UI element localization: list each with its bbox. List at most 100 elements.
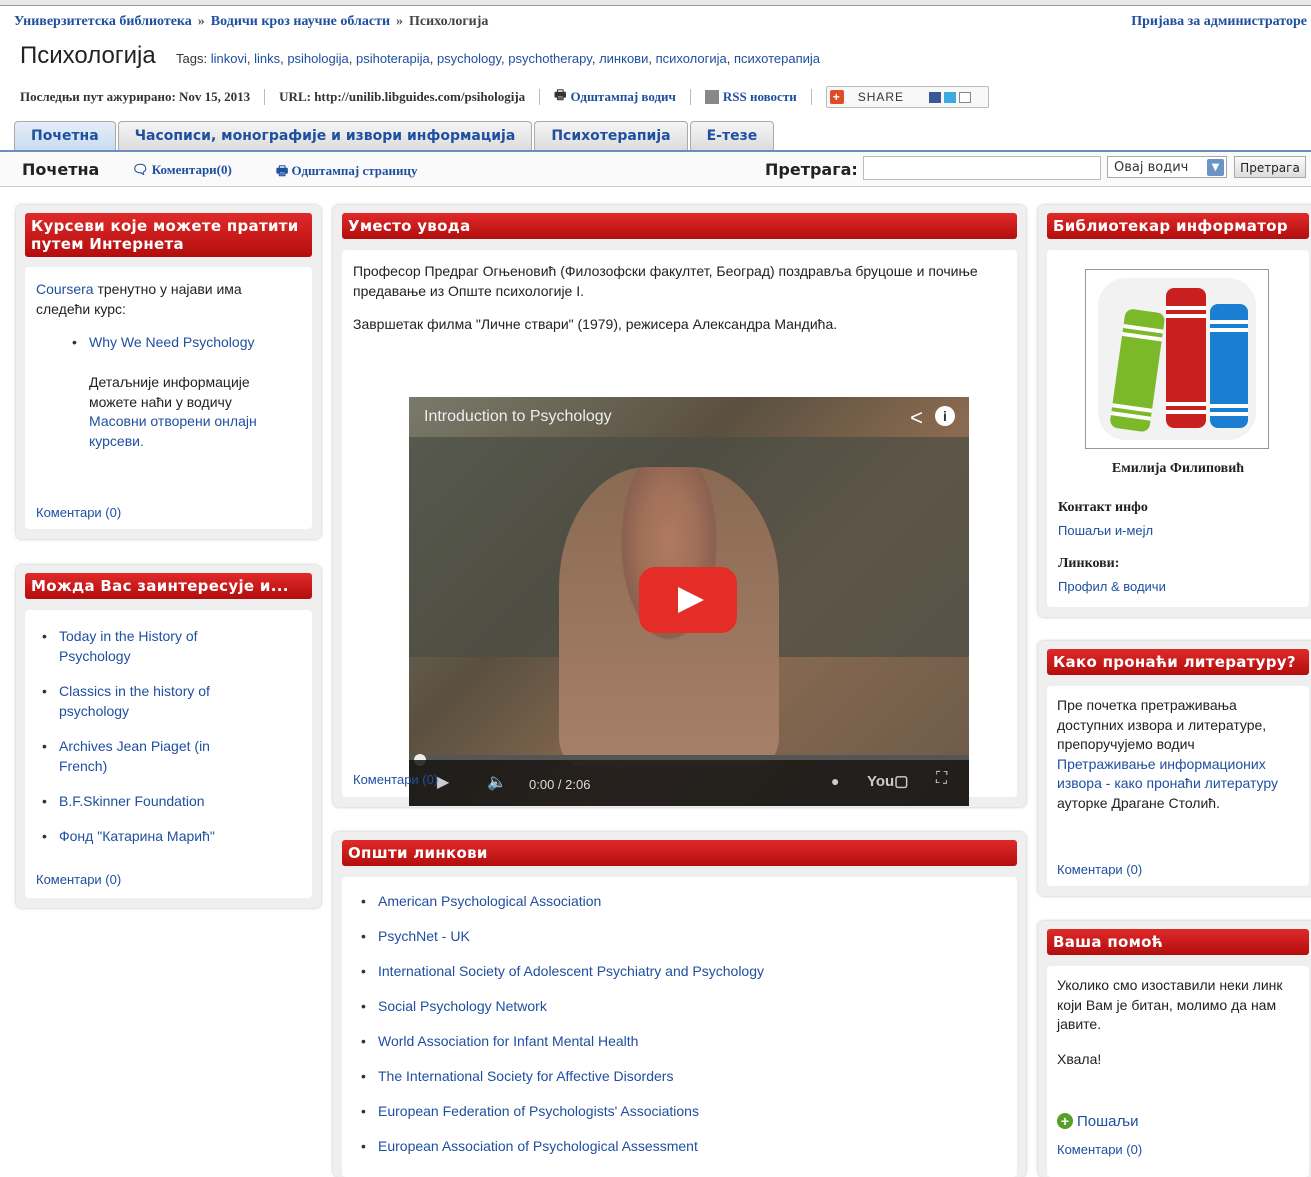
search-scope-select[interactable]: Овај водич ▼ <box>1107 156 1227 178</box>
comments-link[interactable]: Коментари (0) <box>353 772 438 787</box>
guide-url: URL: http://unilib.libguides.com/psiholo… <box>279 89 526 104</box>
video-controls: ▶ 🔈 0:00 / 2:06 ● You▢ ⛶ <box>409 760 969 806</box>
general-link[interactable]: The International Society for Affective … <box>378 1068 673 1084</box>
share-button[interactable]: + SHARE <box>825 86 990 108</box>
general-link[interactable]: World Association for Infant Mental Heal… <box>378 1033 638 1049</box>
comments-link[interactable]: Коментари (0) <box>36 505 121 520</box>
email-link[interactable]: Пошаљи и-мејл <box>1058 523 1153 538</box>
tag-link[interactable]: linkovi <box>211 51 247 66</box>
general-link[interactable]: Social Psychology Network <box>378 998 547 1014</box>
list-item: American Psychological Association <box>358 893 764 928</box>
admin-login-link[interactable]: Пријава за администраторе <box>1131 14 1307 30</box>
rss-link[interactable]: RSS новости <box>723 89 797 105</box>
watch-later-icon[interactable]: ● <box>831 773 839 789</box>
subnav-page-title: Почетна <box>22 160 100 179</box>
courses-more: Детаљније информације можете наћи у води… <box>89 373 289 451</box>
intro-paragraph: Завршетак филма "Личне ствари" (1979), р… <box>353 316 838 332</box>
comments-link[interactable]: Коментари (0) <box>36 872 121 887</box>
guide-meta: Последњи пут ажурирано: Nov 15, 2013 URL… <box>20 86 990 108</box>
play-button[interactable] <box>639 567 737 633</box>
links-box-title: Општи линкови <box>342 840 1017 866</box>
general-link[interactable]: International Society of Adolescent Psyc… <box>378 963 764 979</box>
profile-link[interactable]: Профил & водичи <box>1058 579 1166 594</box>
courses-box-body: Coursera тренутно у најави има следећи к… <box>25 267 312 529</box>
comments-link[interactable]: Коментари (0) <box>1057 1142 1142 1157</box>
literature-box-body: Пре почетка претраживања доступних извор… <box>1047 686 1309 886</box>
send-button[interactable]: + Пошаљи <box>1057 1113 1138 1130</box>
tag-link[interactable]: psychotherapy <box>508 51 592 66</box>
tab-bar: Почетна Часописи, монографије и извори и… <box>14 121 776 150</box>
divider <box>810 89 812 105</box>
tag-link[interactable]: психологија <box>656 51 727 66</box>
tag-link[interactable]: psihoterapija <box>356 51 430 66</box>
print-guide-link[interactable]: Одштампај водич <box>570 89 675 105</box>
interest-link[interactable]: Today in the History of Psychology <box>59 628 198 664</box>
play-icon[interactable]: ▶ <box>437 772 449 792</box>
tab-etheses[interactable]: Е-тезе <box>689 121 775 150</box>
tab-home[interactable]: Почетна <box>14 121 116 150</box>
print-page-link[interactable]: 🖶 Одштампај страницу <box>276 162 418 184</box>
contact-label: Контакт инфо <box>1058 500 1148 515</box>
tags: Tags: linkovi, links, psihologija, psiho… <box>176 51 821 66</box>
divider <box>689 89 691 105</box>
tag-link[interactable]: psychology <box>437 51 501 66</box>
tag-link[interactable]: линкови <box>599 51 648 66</box>
literature-text: Пре почетка претраживања доступних извор… <box>1057 696 1297 813</box>
search-button[interactable]: Претрага <box>1234 156 1306 178</box>
fullscreen-icon[interactable]: ⛶ <box>936 770 947 788</box>
list-item: European Association of Psychological As… <box>358 1138 764 1173</box>
share-icon[interactable]: < <box>910 405 923 431</box>
divider <box>539 89 541 105</box>
subnav-bar: Почетна 🗨 Коментари(0) 🖶 Одштампај стран… <box>0 150 1311 187</box>
interest-link[interactable]: Archives Jean Piaget (in French) <box>59 738 210 774</box>
general-link[interactable]: European Federation of Psychologists' As… <box>378 1103 699 1119</box>
volume-icon[interactable]: 🔈 <box>487 772 507 792</box>
printer-icon: 🖶 <box>276 163 292 178</box>
search-guide-link[interactable]: Претраживање информационих извора - како… <box>1057 756 1278 792</box>
tab-journals[interactable]: Часописи, монографије и извори информаци… <box>117 121 533 150</box>
literature-text-end: ауторке Драгане Столић. <box>1057 794 1220 811</box>
info-icon[interactable]: i <box>935 406 955 426</box>
twitter-icon <box>944 91 957 103</box>
tag-link[interactable]: psihologija <box>287 51 348 66</box>
breadcrumb: Универзитетска библиотека » Водичи кроз на… <box>14 14 488 30</box>
courses-intro: Coursera тренутно у најави има следећи к… <box>36 279 296 319</box>
general-link[interactable]: American Psychological Association <box>378 893 601 909</box>
coursera-link[interactable]: Coursera <box>36 281 94 297</box>
tab-psychotherapy[interactable]: Психотерапија <box>534 121 688 150</box>
tag-link[interactable]: links <box>254 51 280 66</box>
video-title[interactable]: Introduction to Psychology <box>424 408 612 426</box>
breadcrumb-university-library[interactable]: Универзитетска библиотека <box>14 14 192 29</box>
intro-paragraph: Професор Предраг Огњеновић (Филозофски ф… <box>353 263 978 299</box>
interest-link[interactable]: Classics in the history of psychology <box>59 683 210 719</box>
general-link[interactable]: PsychNet - UK <box>378 928 470 944</box>
list-item: Classics in the history of psychology <box>39 681 249 721</box>
last-updated: Последњи пут ажурирано: Nov 15, 2013 <box>20 89 251 104</box>
intro-box-title: Уместо увода <box>342 213 1017 239</box>
links-box: Општи линкови American Psychological Ass… <box>333 832 1026 1177</box>
add-icon: + <box>1057 1113 1073 1129</box>
tag-link[interactable]: психотерапија <box>734 51 820 66</box>
search-input[interactable] <box>863 156 1101 180</box>
divider <box>264 89 266 105</box>
interest-link[interactable]: Фонд "Катарина Марић" <box>59 828 215 844</box>
breadcrumb-guides[interactable]: Водичи кроз научне области <box>211 14 390 29</box>
intro-box-body: Професор Предраг Огњеновић (Филозофски ф… <box>342 250 1017 806</box>
comments-link[interactable]: Коментари (0) <box>1057 862 1142 877</box>
courses-box-title: Курсеви које можете пратити путем Интерн… <box>25 213 312 257</box>
search-scope-value: Овај водич <box>1114 160 1189 175</box>
help-text: Уколико смо изоставили неки линк који Ва… <box>1057 977 1283 1032</box>
mooc-guide-link[interactable]: Масовни отворени онлајн курсеви. <box>89 413 257 449</box>
general-links-list: American Psychological Association Psych… <box>358 893 764 1173</box>
general-link[interactable]: European Association of Psychological As… <box>378 1138 698 1154</box>
page-comments-link[interactable]: 🗨 Коментари(0) <box>132 162 232 178</box>
video-player[interactable]: Introduction to Psychology < i ▶ 🔈 0:00 … <box>409 397 969 806</box>
course-list: Why We Need Psychology <box>69 334 254 350</box>
help-box-body: Уколико смо изоставили неки линк који Ва… <box>1047 966 1309 1177</box>
courses-more-text: Детаљније информације можете наћи у води… <box>89 374 250 410</box>
interest-link[interactable]: B.F.Skinner Foundation <box>59 793 205 809</box>
list-item: Social Psychology Network <box>358 998 764 1033</box>
links-box-body: American Psychological Association Psych… <box>342 877 1017 1177</box>
youtube-logo-icon[interactable]: You▢ <box>867 772 908 790</box>
course-link[interactable]: Why We Need Psychology <box>89 334 254 350</box>
